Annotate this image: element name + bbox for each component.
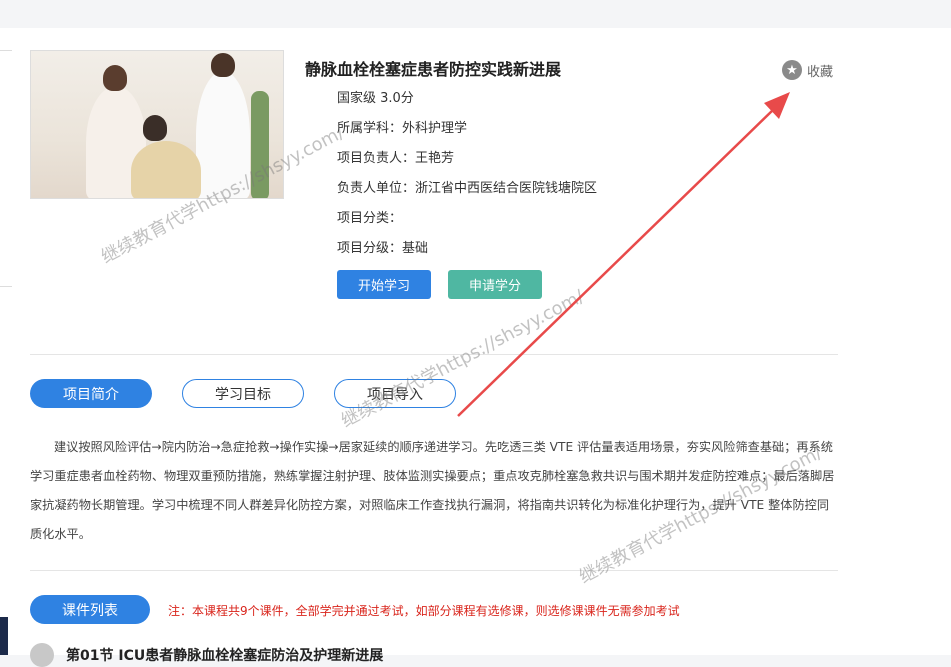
course-intro-text: 建议按照风险评估→院内防治→急症抢救→操作实操→居家延续的顺序递进学习。先吃透三… bbox=[30, 440, 835, 541]
lesson-title: 第01节 ICU患者静脉血栓栓塞症防治及护理新进展 bbox=[66, 648, 384, 664]
tab-import[interactable]: 项目导入 bbox=[334, 379, 456, 408]
lesson-status-icon bbox=[30, 643, 54, 667]
course-credit: 国家级 3.0分 bbox=[337, 91, 414, 106]
divider bbox=[30, 354, 838, 355]
divider bbox=[0, 50, 12, 51]
tab-intro[interactable]: 项目简介 bbox=[30, 379, 152, 408]
favorite-label: 收藏 bbox=[807, 64, 834, 80]
sidebar-dark-block bbox=[0, 617, 8, 655]
divider bbox=[30, 570, 838, 571]
course-list-note: 注：本课程共9个课件，全部学完并通过考试，如部分课程有选修课，则选修课课件无需参… bbox=[168, 604, 680, 618]
course-thumbnail bbox=[30, 50, 284, 199]
start-learning-button[interactable]: 开始学习 bbox=[337, 270, 431, 299]
favorite-button[interactable]: ★ 收藏 bbox=[782, 60, 833, 80]
apply-credit-button[interactable]: 申请学分 bbox=[448, 270, 542, 299]
tab-course-list[interactable]: 课件列表 bbox=[30, 595, 150, 624]
star-icon: ★ bbox=[782, 60, 802, 80]
course-title: 静脉血栓栓塞症患者防控实践新进展 bbox=[305, 60, 562, 79]
top-bar bbox=[0, 0, 951, 28]
divider bbox=[0, 286, 12, 287]
course-level: 项目分级：基础 bbox=[337, 241, 429, 256]
course-leader: 项目负责人：王艳芳 bbox=[337, 151, 455, 166]
course-unit: 负责人单位：浙江省中西医结合医院钱塘院区 bbox=[337, 181, 598, 196]
course-discipline: 所属学科：外科护理学 bbox=[337, 121, 468, 136]
course-list-item[interactable]: 第01节 ICU患者静脉血栓栓塞症防治及护理新进展 bbox=[30, 643, 383, 667]
course-category: 项目分类： bbox=[337, 211, 403, 226]
tab-objectives[interactable]: 学习目标 bbox=[182, 379, 304, 408]
